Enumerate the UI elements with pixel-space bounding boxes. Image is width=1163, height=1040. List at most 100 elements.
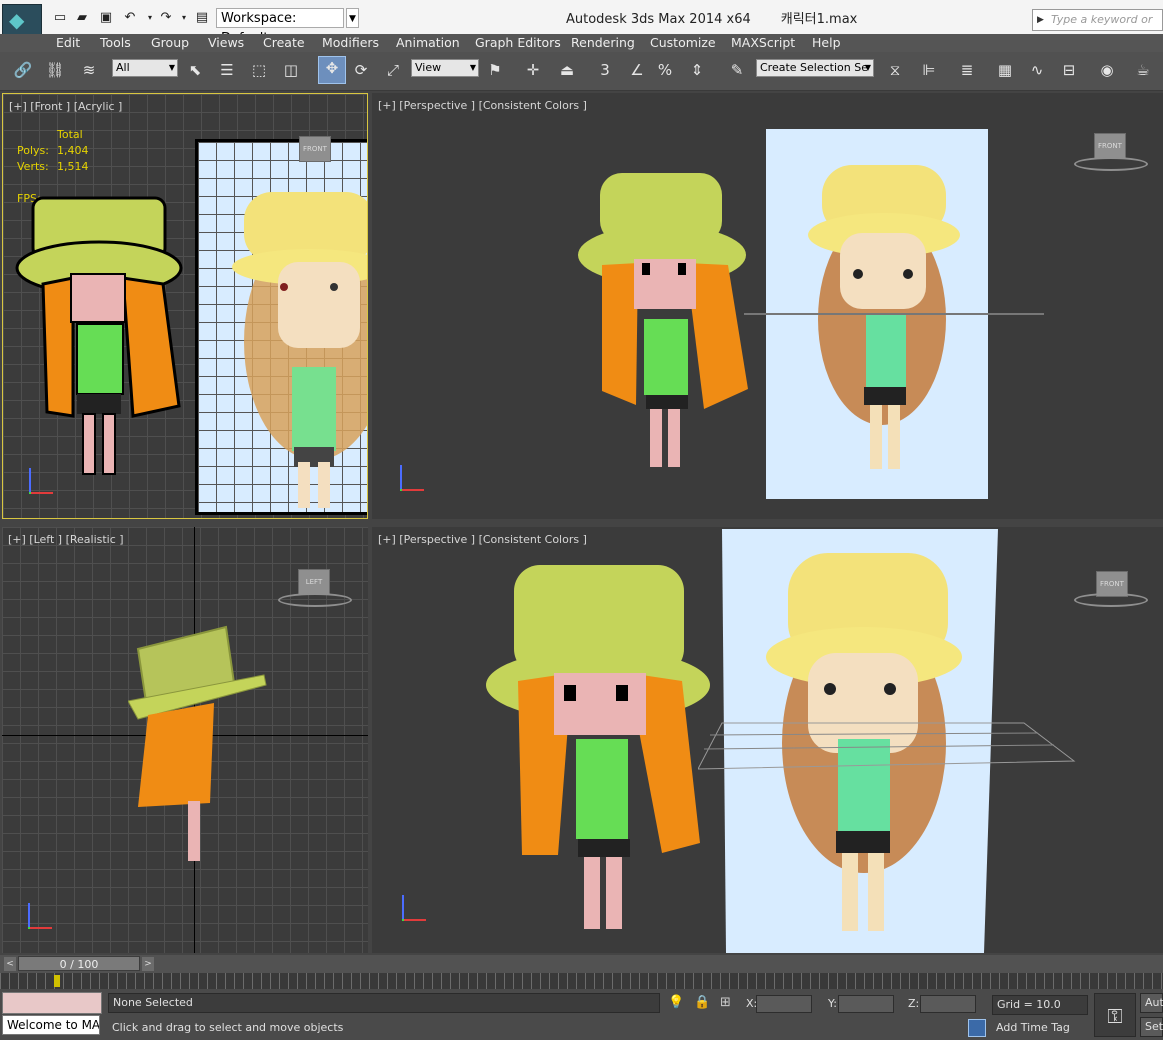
- time-slider[interactable]: 0 / 100: [18, 956, 140, 971]
- select-and-rotate-icon[interactable]: ⟳: [350, 59, 372, 81]
- time-slider-bar: < 0 / 100 >: [0, 955, 1163, 973]
- menu-edit[interactable]: Edit: [56, 34, 80, 52]
- maxscript-mini-listener-output[interactable]: [2, 992, 102, 1014]
- set-key-icon[interactable]: ⚿: [1094, 993, 1136, 1037]
- percent-snap-label: %: [657, 61, 673, 79]
- undo-dropdown-icon[interactable]: ▾: [142, 10, 158, 26]
- menu-views[interactable]: Views: [208, 34, 244, 52]
- auto-key-button[interactable]: Auto: [1140, 993, 1163, 1013]
- prompt-line: Click and drag to select and move object…: [112, 1021, 344, 1034]
- bind-to-space-warp-icon[interactable]: ≋: [78, 59, 100, 81]
- chevron-down-icon: ▼: [864, 63, 871, 72]
- viewport-perspective-bottom[interactable]: [+] [Perspective ] [Consistent Colors ] …: [372, 527, 1163, 953]
- 3dsmax-logo-icon: ◆: [9, 8, 25, 32]
- edit-named-selection-icon[interactable]: ✎: [726, 59, 748, 81]
- selection-filter-value: All: [116, 61, 130, 74]
- select-by-name-icon[interactable]: ☰: [216, 59, 238, 81]
- coord-z-input[interactable]: [920, 995, 976, 1013]
- keyboard-shortcut-override-icon[interactable]: ⏏: [556, 59, 578, 81]
- graphite-ribbon-icon[interactable]: ▦: [994, 59, 1016, 81]
- application-button[interactable]: ◆: [2, 4, 42, 38]
- render-setup-icon[interactable]: ☕: [1132, 59, 1154, 81]
- isolate-selection-icon[interactable]: 💡: [668, 995, 684, 1010]
- mirror-icon[interactable]: ⧖: [884, 59, 906, 81]
- open-file-icon[interactable]: ▰: [74, 10, 90, 26]
- time-tag-icon[interactable]: [968, 1019, 986, 1037]
- menu-help[interactable]: Help: [812, 34, 841, 52]
- snaps-toggle-icon[interactable]: 3: [594, 59, 616, 81]
- menu-animation[interactable]: Animation: [396, 34, 460, 52]
- named-selection-sets-dropdown[interactable]: Create Selection Se ▼: [756, 59, 874, 77]
- viewport-left-label[interactable]: [+] [Left ] [Realistic ]: [8, 533, 124, 546]
- set-key-button[interactable]: Set: [1140, 1017, 1163, 1037]
- add-time-tag[interactable]: Add Time Tag: [992, 1019, 1088, 1039]
- selection-filter-dropdown[interactable]: All ▼: [112, 59, 178, 77]
- redo-dropdown-icon[interactable]: ▾: [176, 10, 192, 26]
- layer-manager-icon[interactable]: ≣: [956, 59, 978, 81]
- viewcube-compass-ring[interactable]: [1074, 157, 1148, 171]
- viewcube-compass-ring[interactable]: [1074, 593, 1148, 607]
- menu-customize[interactable]: Customize: [650, 34, 716, 52]
- viewport-front-label[interactable]: [+] [Front ] [Acrylic ]: [9, 100, 122, 113]
- schematic-view-icon[interactable]: ⊟: [1058, 59, 1080, 81]
- project-folder-icon[interactable]: ▤: [194, 10, 210, 26]
- select-and-link-icon[interactable]: 🔗: [12, 59, 34, 81]
- viewcube[interactable]: FRONT: [299, 136, 331, 162]
- viewport-perspective-top-label[interactable]: [+] [Perspective ] [Consistent Colors ]: [378, 99, 587, 112]
- menu-maxscript[interactable]: MAXScript: [731, 34, 795, 52]
- select-and-manipulate-icon[interactable]: ✛: [522, 59, 544, 81]
- menu-tools[interactable]: Tools: [100, 34, 131, 52]
- menu-rendering[interactable]: Rendering: [571, 34, 635, 52]
- viewport-left[interactable]: [+] [Left ] [Realistic ] LEFT: [2, 527, 368, 953]
- maxscript-listener-input[interactable]: Welcome to MA: [2, 1015, 100, 1035]
- menu-group[interactable]: Group: [151, 34, 189, 52]
- window-crossing-icon[interactable]: ◫: [280, 59, 302, 81]
- unlink-selection-icon[interactable]: ⛓: [44, 59, 66, 81]
- percent-snap-icon[interactable]: %: [654, 59, 676, 81]
- menu-create[interactable]: Create: [263, 34, 305, 52]
- character-model-front[interactable]: [13, 184, 193, 484]
- select-object-icon[interactable]: ⬉: [184, 59, 206, 81]
- grid-plane-line: [744, 313, 1044, 315]
- coord-x-label: X:: [746, 997, 758, 1010]
- new-file-icon[interactable]: ▭: [52, 10, 68, 26]
- reference-image-plane[interactable]: [195, 139, 367, 515]
- viewport-perspective-bottom-label[interactable]: [+] [Perspective ] [Consistent Colors ]: [378, 533, 587, 546]
- coord-y-input[interactable]: [838, 995, 894, 1013]
- material-editor-icon[interactable]: ◉: [1096, 59, 1118, 81]
- viewcube-compass-ring[interactable]: [278, 593, 352, 607]
- select-and-scale-icon[interactable]: ⤢: [382, 59, 404, 81]
- character-model-perspective[interactable]: [578, 169, 758, 469]
- time-slider-next[interactable]: >: [142, 957, 154, 971]
- viewcube[interactable]: FRONT: [1094, 133, 1126, 159]
- undo-icon[interactable]: ↶: [122, 10, 138, 26]
- character-model-side[interactable]: [128, 619, 278, 869]
- rectangular-selection-icon[interactable]: ⬚: [248, 59, 270, 81]
- character-model-perspective[interactable]: [486, 563, 716, 933]
- workspace-dropdown[interactable]: Workspace: Default: [216, 8, 344, 46]
- workspace-menu-arrow[interactable]: ▼: [346, 8, 359, 28]
- curve-editor-icon[interactable]: ∿: [1026, 59, 1048, 81]
- reference-coordinate-dropdown[interactable]: View ▼: [411, 59, 479, 77]
- angle-snap-icon[interactable]: ∠: [626, 59, 648, 81]
- coord-x-input[interactable]: [756, 995, 812, 1013]
- menu-graph-editors[interactable]: Graph Editors: [475, 34, 561, 52]
- search-expand-icon[interactable]: ▶: [1037, 10, 1044, 30]
- save-file-icon[interactable]: ▣: [98, 10, 114, 26]
- perspective-grid: [698, 722, 1076, 770]
- spinner-snap-icon[interactable]: ⇕: [686, 59, 708, 81]
- select-and-move-icon[interactable]: ✥: [318, 56, 346, 84]
- use-pivot-point-icon[interactable]: ⚑: [484, 59, 506, 81]
- chevron-down-icon: ▼: [469, 63, 476, 72]
- redo-icon[interactable]: ↷: [158, 10, 174, 26]
- viewport-front[interactable]: [+] [Front ] [Acrylic ] Total Polys: 1,4…: [2, 93, 368, 519]
- selection-lock-icon[interactable]: 🔒: [694, 995, 710, 1010]
- viewport-perspective-top[interactable]: [+] [Perspective ] [Consistent Colors ] …: [372, 93, 1163, 519]
- track-bar[interactable]: [0, 973, 1163, 989]
- viewcube[interactable]: LEFT: [298, 569, 330, 595]
- time-slider-prev[interactable]: <: [4, 957, 16, 971]
- absolute-mode-icon[interactable]: ⊞: [720, 995, 731, 1010]
- keyword-search-input[interactable]: ▶Type a keyword or phi: [1032, 9, 1163, 46]
- menu-modifiers[interactable]: Modifiers: [322, 34, 379, 52]
- align-icon[interactable]: ⊫: [918, 59, 940, 81]
